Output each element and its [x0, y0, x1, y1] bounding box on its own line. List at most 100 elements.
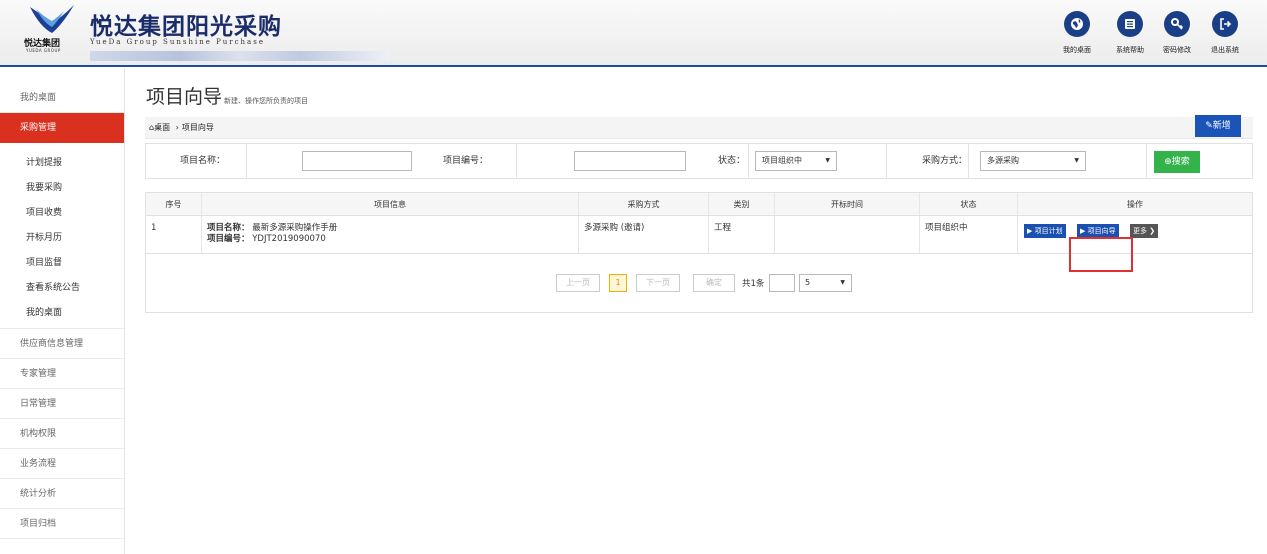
project-name-input[interactable]: [302, 151, 412, 171]
change-password-label: 密码修改: [1163, 46, 1191, 54]
row-category: 工程: [709, 216, 775, 253]
chevron-down-icon: ❯: [1149, 227, 1156, 235]
status-select-value: 项目组织中: [762, 156, 802, 165]
sidebar-item-org-permissions[interactable]: 机构权限: [0, 419, 124, 449]
more-button[interactable]: 更多 ❯: [1130, 224, 1159, 238]
method-select[interactable]: 多源采购 ▼: [980, 151, 1086, 171]
project-plan-button[interactable]: ▶ 项目计划: [1024, 224, 1066, 238]
project-plan-label: 项目计划: [1034, 227, 1063, 235]
submenu-project-fees[interactable]: 项目收费: [0, 201, 124, 226]
company-logo: 悦达集团 YUEDA GROUP: [22, 3, 82, 63]
sidebar-item-workflow[interactable]: 业务流程: [0, 449, 124, 479]
submenu-bid-calendar[interactable]: 开标月历: [0, 226, 124, 251]
sidebar-item-archive[interactable]: 项目归档: [0, 509, 124, 539]
page-title-text: 项目向导: [146, 86, 223, 108]
play-icon: ▶: [1027, 227, 1033, 235]
total-count: 共1条: [742, 279, 765, 289]
play-icon: ▶: [1080, 227, 1086, 235]
table-header: 序号 项目信息 采购方式 类别 开标时间 状态 操作: [146, 193, 1252, 216]
prev-page-button[interactable]: 上一页: [556, 274, 600, 292]
row-status: 项目组织中: [920, 216, 1018, 253]
logout-icon: [1212, 11, 1238, 37]
current-page[interactable]: 1: [609, 274, 627, 292]
edit-icon: ✎: [1205, 121, 1213, 131]
submenu-my-purchase[interactable]: 我要采购: [0, 176, 124, 201]
page-description: 新建、操作您所负责的项目: [224, 97, 309, 105]
key-icon: [1164, 11, 1190, 37]
my-desktop-label: 我的桌面: [1063, 46, 1091, 54]
project-name-label: 项目名称：: [180, 156, 226, 166]
next-page-button[interactable]: 下一页: [636, 274, 680, 292]
col-open-time: 开标时间: [775, 193, 920, 215]
status-label: 状态：: [718, 156, 746, 166]
search-button[interactable]: ⊕搜索: [1154, 151, 1200, 173]
breadcrumb: ⌂桌面 › 项目向导: [149, 122, 214, 133]
col-project-info: 项目信息: [202, 193, 579, 215]
pagination: 上一页 1 下一页 确定 共1条 5 ▼: [146, 254, 1252, 312]
col-method: 采购方式: [579, 193, 709, 215]
row-open-time: [775, 216, 920, 253]
method-label: 采购方式：: [922, 156, 968, 166]
my-desktop-button[interactable]: 我的桌面: [1053, 11, 1101, 55]
sidebar-item-statistics[interactable]: 统计分析: [0, 479, 124, 509]
chevron-down-icon: ▼: [1074, 157, 1079, 164]
search-icon: ⊕: [1164, 157, 1172, 167]
project-code-input[interactable]: [574, 151, 686, 171]
page-size-select[interactable]: 5 ▼: [799, 274, 852, 292]
add-new-label: 新增: [1212, 121, 1231, 131]
top-header: 悦达集团 YUEDA GROUP 悦达集团阳光采购 YueDa Group Su…: [0, 0, 1267, 67]
row-project-info: 项目名称： 最新多源采购操作手册 项目编号： YDJT2019090070: [202, 216, 579, 253]
confirm-page-button[interactable]: 确定: [693, 274, 735, 292]
method-select-value: 多源采购: [987, 156, 1019, 165]
project-code-key: 项目编号：: [207, 234, 250, 244]
breadcrumb-current: 项目向导: [181, 123, 214, 132]
logo-mark-icon: [30, 5, 74, 33]
submenu-my-desktop[interactable]: 我的桌面: [0, 301, 124, 326]
project-wizard-label: 项目向导: [1087, 227, 1116, 235]
system-title: 悦达集团阳光采购: [90, 14, 282, 40]
logout-button[interactable]: 退出系统: [1201, 11, 1249, 55]
change-password-button[interactable]: 密码修改: [1153, 11, 1201, 55]
row-index: 1: [146, 216, 202, 253]
project-name-value: 最新多源采购操作手册: [252, 223, 338, 233]
submenu-project-supervision[interactable]: 项目监督: [0, 251, 124, 276]
page-title: 项目向导 新建、操作您所负责的项目: [146, 82, 308, 109]
list-icon: [1117, 11, 1143, 37]
chevron-down-icon: ▼: [825, 157, 830, 164]
col-index: 序号: [146, 193, 202, 215]
breadcrumb-bar: ⌂桌面 › 项目向导 ✎新增: [145, 115, 1253, 139]
status-select[interactable]: 项目组织中 ▼: [755, 151, 837, 171]
system-help-label: 系统帮助: [1116, 46, 1144, 54]
breadcrumb-home[interactable]: 桌面: [154, 123, 170, 132]
col-actions: 操作: [1127, 200, 1143, 209]
sidebar-item-daily-management[interactable]: 日常管理: [0, 389, 124, 419]
row-method: 多源采购 (邀请): [579, 216, 709, 253]
project-name-key: 项目名称：: [207, 223, 250, 233]
sidebar-item-supplier-info[interactable]: 供应商信息管理: [0, 329, 124, 359]
submenu-system-notices[interactable]: 查看系统公告: [0, 276, 124, 301]
logout-label: 退出系统: [1211, 46, 1239, 54]
search-filter-bar: 项目名称： 项目编号： 状态： 项目组织中 ▼ 采购方式： 多源采购 ▼ ⊕搜索: [145, 143, 1253, 179]
project-code-value: YDJT2019090070: [252, 234, 326, 244]
chevron-down-icon: ▼: [840, 279, 845, 286]
sidebar: 我的桌面 采购管理 计划提报 我要采购 项目收费 开标月历 项目监督 查看系统公…: [0, 69, 125, 554]
project-table: 序号 项目信息 采购方式 类别 开标时间 状态 操作 1 项目名称： 最新多源采…: [145, 192, 1253, 313]
sidebar-item-expert-management[interactable]: 专家管理: [0, 359, 124, 389]
system-subtitle: YueDa Group Sunshine Purchase: [90, 38, 265, 46]
add-new-button[interactable]: ✎新增: [1195, 115, 1241, 137]
project-wizard-button[interactable]: ▶ 项目向导: [1077, 224, 1119, 238]
more-label: 更多: [1133, 227, 1147, 235]
col-category: 类别: [709, 193, 775, 215]
submenu-plan-submit[interactable]: 计划提报: [0, 151, 124, 176]
globe-icon: [1064, 11, 1090, 37]
sidebar-submenu: 计划提报 我要采购 项目收费 开标月历 项目监督 查看系统公告 我的桌面: [0, 143, 124, 329]
sidebar-item-my-desktop[interactable]: 我的桌面: [0, 83, 124, 113]
page-number-input[interactable]: [769, 274, 795, 292]
decorative-banner: [90, 51, 390, 61]
breadcrumb-separator: ›: [175, 123, 179, 132]
system-help-button[interactable]: 系统帮助: [1106, 11, 1154, 55]
project-code-label: 项目编号：: [443, 156, 489, 166]
col-status: 状态: [920, 193, 1018, 215]
sidebar-item-procurement[interactable]: 采购管理: [0, 113, 124, 143]
table-row: 1 项目名称： 最新多源采购操作手册 项目编号： YDJT2019090070 …: [146, 216, 1252, 272]
